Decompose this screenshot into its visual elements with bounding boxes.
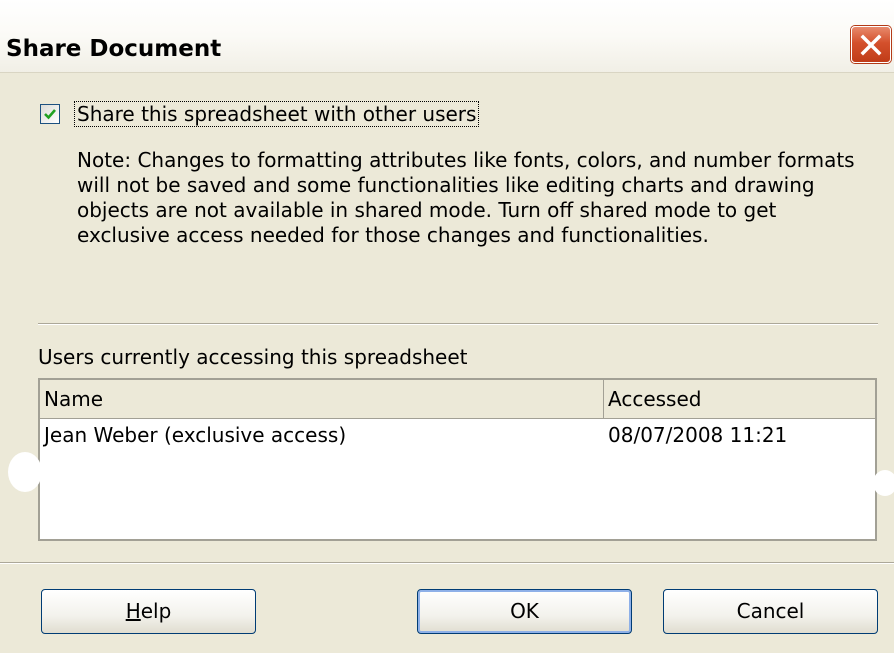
table-row[interactable]: Jean Weber (exclusive access) 08/07/2008… bbox=[40, 419, 875, 451]
cancel-label: Cancel bbox=[736, 599, 805, 623]
column-header-accessed[interactable]: Accessed bbox=[604, 380, 875, 418]
shared-mode-note: Note: Changes to formatting attributes l… bbox=[77, 148, 855, 247]
title-bar[interactable]: Share Document bbox=[0, 0, 894, 73]
share-document-dialog: Share Document Share this spreadsheet wi… bbox=[0, 0, 894, 653]
help-button[interactable]: Help bbox=[41, 589, 256, 634]
ok-button[interactable]: OK bbox=[417, 589, 632, 634]
ok-label: OK bbox=[510, 599, 539, 623]
share-checkbox[interactable] bbox=[40, 104, 60, 124]
separator bbox=[0, 562, 894, 564]
window-title: Share Document bbox=[6, 36, 222, 62]
checkmark-icon bbox=[44, 109, 56, 120]
users-caption: Users currently accessing this spreadshe… bbox=[38, 345, 468, 369]
mask-blob bbox=[873, 470, 894, 496]
user-accessed: 08/07/2008 11:21 bbox=[608, 423, 788, 447]
separator bbox=[38, 323, 878, 325]
mask-blob bbox=[8, 452, 42, 492]
help-label-rest: elp bbox=[140, 599, 172, 623]
user-name: Jean Weber (exclusive access) bbox=[44, 423, 347, 447]
users-list[interactable]: Name Accessed Jean Weber (exclusive acce… bbox=[38, 378, 877, 541]
cancel-button[interactable]: Cancel bbox=[663, 589, 878, 634]
close-button[interactable] bbox=[851, 26, 891, 63]
close-icon bbox=[860, 34, 882, 56]
column-header-name[interactable]: Name bbox=[40, 380, 604, 418]
share-checkbox-label[interactable]: Share this spreadsheet with other users bbox=[74, 101, 480, 127]
list-header: Name Accessed bbox=[40, 380, 875, 419]
help-mnemonic: H bbox=[125, 599, 141, 623]
